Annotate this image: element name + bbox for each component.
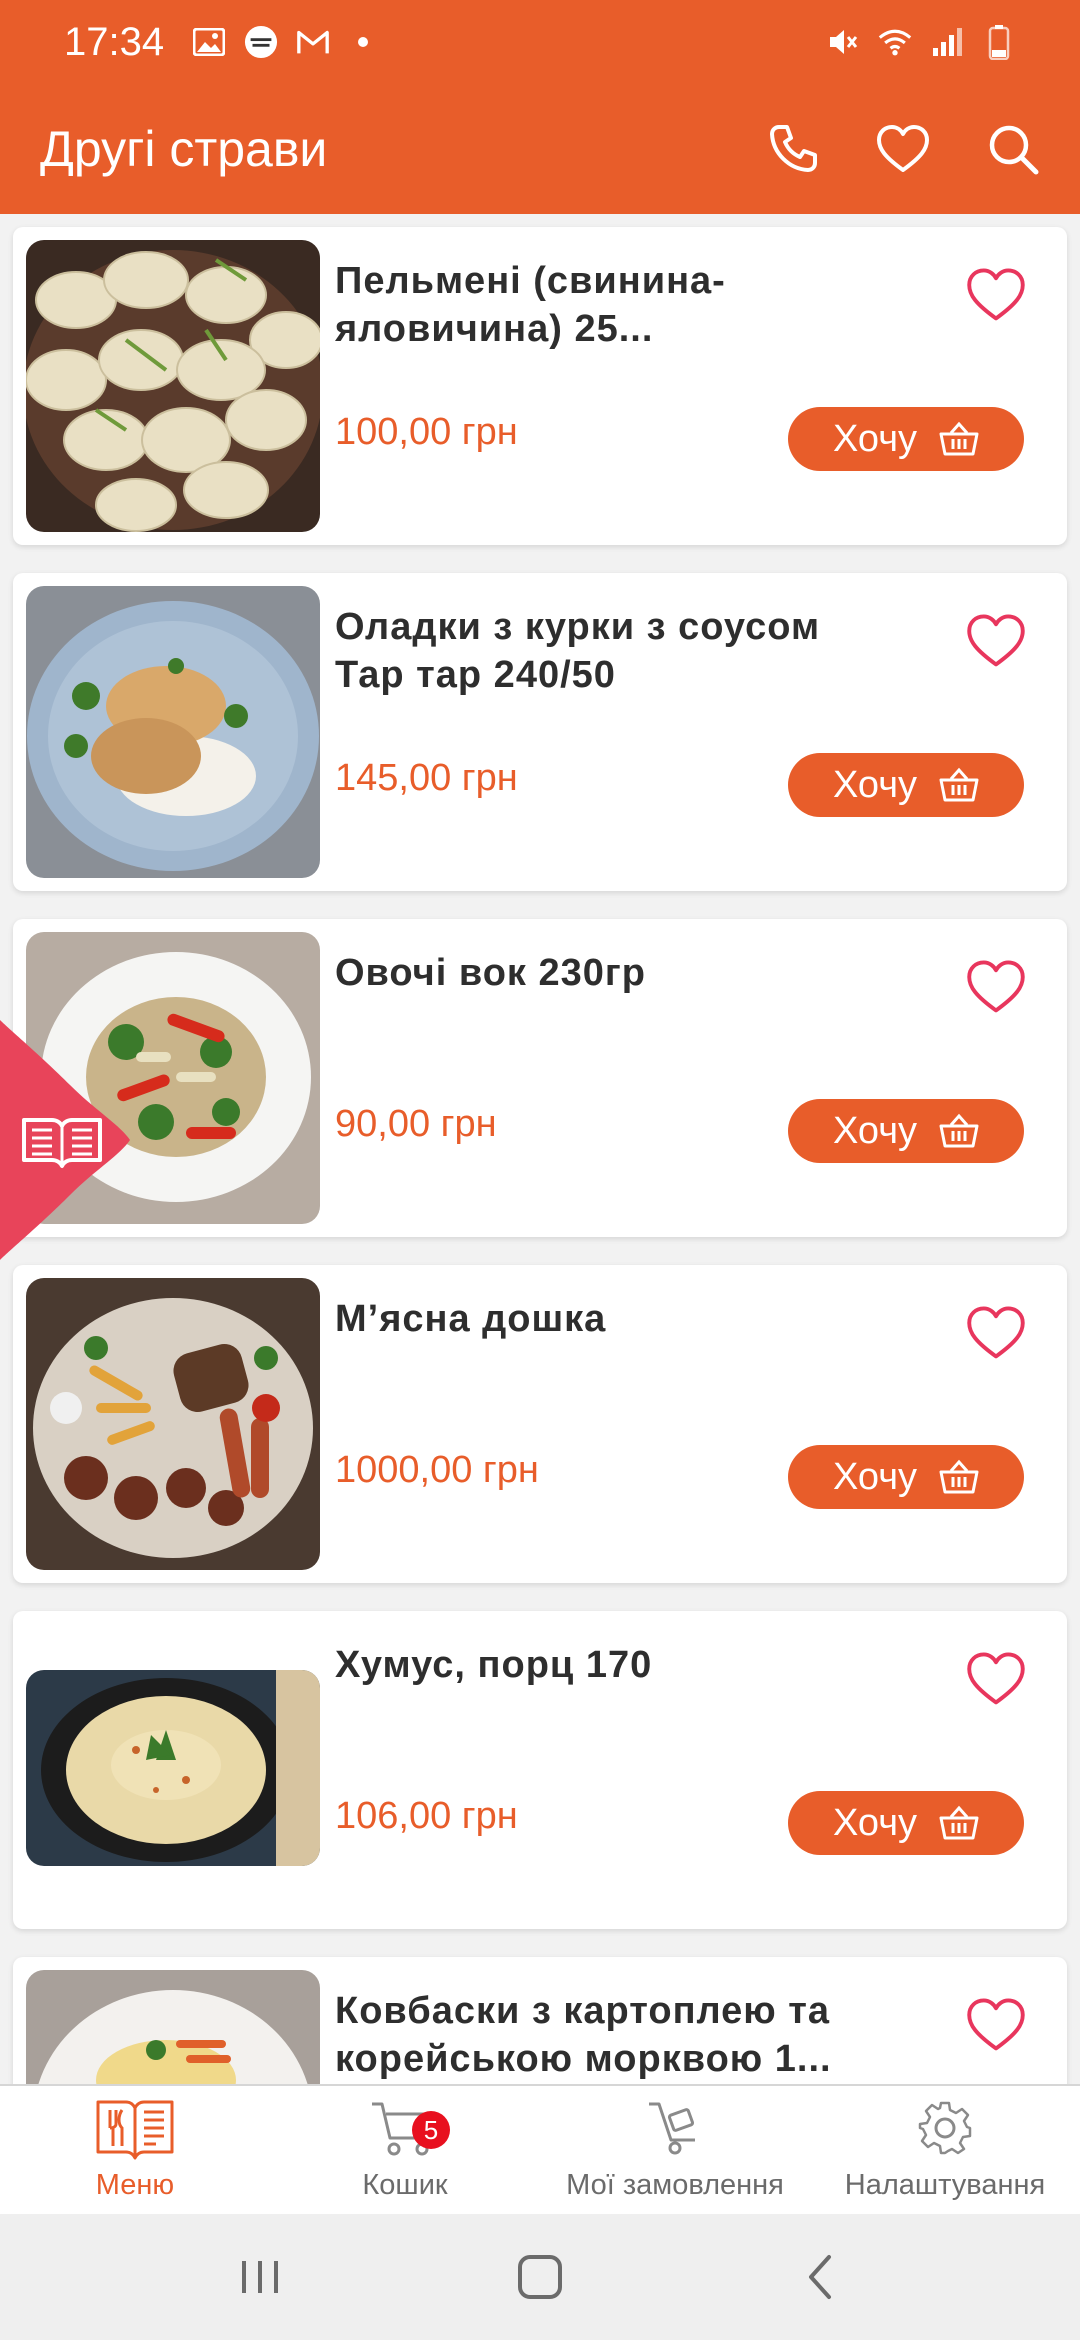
basket-icon	[939, 1805, 979, 1840]
add-to-cart-label: Хочу	[832, 763, 917, 806]
nav-item-settings[interactable]: Налаштування	[810, 2086, 1080, 2214]
product-image-hummus	[26, 1670, 320, 1866]
cart-icon: 5	[370, 2093, 450, 2163]
heart-outline-icon	[967, 1306, 1025, 1359]
app-header: 17:34 Другі страви	[0, 0, 1080, 214]
battery-icon	[982, 25, 1016, 60]
heart-icon	[877, 125, 929, 172]
product-list[interactable]: Пельмені (свинина-яловичина) 25... 100,0…	[0, 214, 1080, 2084]
back-button[interactable]	[780, 2237, 860, 2317]
nav-item-my-orders[interactable]: Мої замовлення	[540, 2086, 810, 2214]
gear-icon	[917, 2093, 973, 2163]
add-to-cart-label: Хочу	[832, 1801, 917, 1844]
product-image-sausages	[26, 1970, 320, 2084]
catalog-side-tab[interactable]	[0, 1020, 130, 1260]
nav-item-cart[interactable]: 5 Кошик	[270, 2086, 540, 2214]
product-card[interactable]: Оладки з курки з соусом Тар тар 240/50 1…	[13, 573, 1067, 891]
favorites-button[interactable]	[872, 118, 934, 180]
basket-icon	[939, 421, 979, 456]
search-icon	[989, 125, 1039, 175]
search-button[interactable]	[982, 118, 1044, 180]
nav-label: Налаштування	[844, 2169, 1046, 2201]
product-card[interactable]: Хумус, порц 170 106,00 грн Хочу	[13, 1611, 1067, 1929]
recent-apps-button[interactable]	[220, 2237, 300, 2317]
nav-label: Кошик	[362, 2169, 448, 2201]
add-to-cart-label: Хочу	[832, 1109, 917, 1152]
basket-icon	[939, 767, 979, 802]
gmail-icon	[296, 25, 330, 59]
notification-icons	[192, 25, 369, 59]
system-navigation-bar	[0, 2214, 1080, 2340]
product-price: 1000,00 грн	[335, 1449, 539, 1491]
product-image-meat-board	[26, 1278, 320, 1570]
app-bar: Другі страви	[0, 84, 1080, 214]
menu-book-icon	[96, 2093, 174, 2163]
favorite-button[interactable]	[961, 1647, 1031, 1711]
product-price: 90,00 грн	[335, 1103, 497, 1145]
product-image-chicken-fritters	[26, 586, 320, 878]
product-price: 106,00 грн	[335, 1795, 518, 1837]
basket-icon	[939, 1459, 979, 1494]
heart-outline-icon	[967, 614, 1025, 667]
recent-apps-icon	[242, 2261, 278, 2293]
product-title: Ковбаски з картоплею та корейською моркв…	[335, 1990, 832, 2080]
gallery-icon	[192, 25, 226, 59]
bottom-navigation: Меню 5 Кошик Мої замовлення Налаштування	[0, 2084, 1080, 2214]
mute-icon	[826, 25, 860, 59]
delivery-cart-icon	[645, 2093, 705, 2163]
call-button[interactable]	[762, 118, 824, 180]
home-icon	[518, 2255, 562, 2299]
product-title: Овочі вок 230гр	[335, 952, 646, 994]
product-title: М’ясна дошка	[335, 1298, 607, 1340]
favorite-button[interactable]	[961, 1993, 1031, 2057]
add-to-cart-button[interactable]: Хочу	[788, 753, 1024, 817]
signal-icon	[930, 25, 964, 59]
product-card[interactable]: Ковбаски з картоплею та корейською моркв…	[13, 1957, 1067, 2084]
product-title: Оладки з курки з соусом Тар тар 240/50	[335, 606, 821, 696]
heart-outline-icon	[967, 268, 1025, 321]
basket-icon	[939, 1113, 979, 1148]
status-bar: 17:34	[0, 0, 1080, 84]
page-title: Другі страви	[40, 121, 328, 177]
product-card[interactable]: Пельмені (свинина-яловичина) 25... 100,0…	[13, 227, 1067, 545]
more-notifications-dot	[358, 37, 369, 47]
product-price: 145,00 грн	[335, 757, 518, 799]
nav-label: Мої замовлення	[566, 2169, 784, 2201]
wifi-icon	[878, 25, 912, 59]
nav-item-menu[interactable]: Меню	[0, 2086, 270, 2214]
add-to-cart-button[interactable]: Хочу	[788, 1099, 1024, 1163]
product-title: Пельмені (свинина-яловичина) 25...	[335, 260, 726, 350]
favorite-button[interactable]	[961, 609, 1031, 673]
favorite-button[interactable]	[961, 955, 1031, 1019]
product-card[interactable]: М’ясна дошка 1000,00 грн Хочу	[13, 1265, 1067, 1583]
cart-badge: 5	[412, 2111, 450, 2149]
app-bar-actions	[762, 118, 1080, 180]
heart-outline-icon	[967, 960, 1025, 1013]
add-to-cart-button[interactable]: Хочу	[788, 1445, 1024, 1509]
favorite-button[interactable]	[961, 1301, 1031, 1365]
system-status-icons	[826, 25, 1016, 60]
heart-outline-icon	[967, 1652, 1025, 1705]
product-card[interactable]: Овочі вок 230гр 90,00 грн Хочу	[13, 919, 1067, 1237]
product-price: 100,00 грн	[335, 411, 518, 453]
delivery-app-icon	[244, 25, 278, 59]
phone-icon	[770, 125, 817, 172]
favorite-button[interactable]	[961, 263, 1031, 327]
home-button[interactable]	[500, 2237, 580, 2317]
add-to-cart-label: Хочу	[832, 417, 917, 460]
status-time: 17:34	[64, 19, 165, 64]
add-to-cart-button[interactable]: Хочу	[788, 407, 1024, 471]
heart-outline-icon	[967, 1998, 1025, 2051]
nav-label: Меню	[95, 2169, 175, 2201]
product-title: Хумус, порц 170	[335, 1644, 653, 1686]
back-chevron-icon	[809, 2255, 831, 2299]
product-image-dumplings	[26, 240, 320, 532]
add-to-cart-button[interactable]: Хочу	[788, 1791, 1024, 1855]
add-to-cart-label: Хочу	[832, 1455, 917, 1498]
